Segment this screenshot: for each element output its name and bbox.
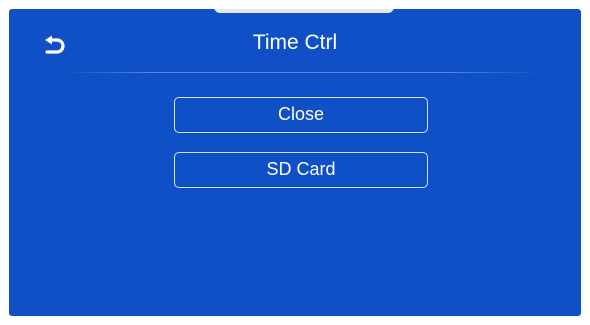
header-divider (61, 72, 541, 73)
close-button[interactable]: Close (174, 97, 428, 133)
page-title: Time Ctrl (252, 31, 338, 54)
time-ctrl-screen: Time Ctrl Close SD Card (9, 9, 581, 316)
sd-card-button[interactable]: SD Card (174, 152, 428, 188)
top-notch (214, 9, 394, 13)
